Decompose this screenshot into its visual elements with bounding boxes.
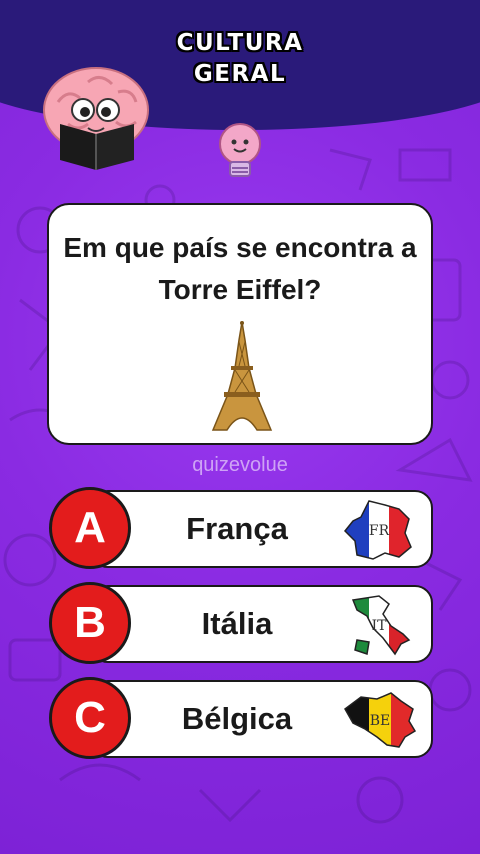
quiz-screen: CULTURA GERAL Em que país se encontra a …: [0, 0, 480, 854]
brain-reading-mascot-icon: [43, 67, 149, 170]
svg-text:FR: FR: [369, 523, 390, 539]
answer-option-b[interactable]: Itália IT: [90, 585, 433, 663]
answer-badge-a[interactable]: A: [49, 487, 131, 569]
svg-text:IT: IT: [372, 618, 388, 634]
answer-badge-b[interactable]: B: [49, 582, 131, 664]
answer-option-a[interactable]: França FR: [90, 490, 433, 568]
answer-label: Itália: [201, 606, 273, 641]
title-line-1: CULTURA: [176, 30, 304, 56]
question-text: Em que país se encontra a Torre Eiffel?: [63, 232, 417, 305]
answer-option-c[interactable]: Bélgica BE: [90, 680, 433, 758]
answer-badge-c[interactable]: C: [49, 677, 131, 759]
svg-text:BE: BE: [370, 713, 391, 729]
belgium-map-flag-icon: BE: [344, 692, 417, 748]
lightbulb-icon: [219, 123, 261, 177]
answer-label: França: [186, 511, 288, 546]
italy-map-flag-icon: IT: [351, 595, 411, 656]
watermark: quizevolue: [192, 454, 288, 476]
answer-label: Bélgica: [181, 701, 293, 736]
eiffel-tower-icon: [211, 321, 273, 431]
question-card: Em que país se encontra a Torre Eiffel?: [47, 203, 433, 445]
france-map-flag-icon: FR: [343, 500, 412, 560]
